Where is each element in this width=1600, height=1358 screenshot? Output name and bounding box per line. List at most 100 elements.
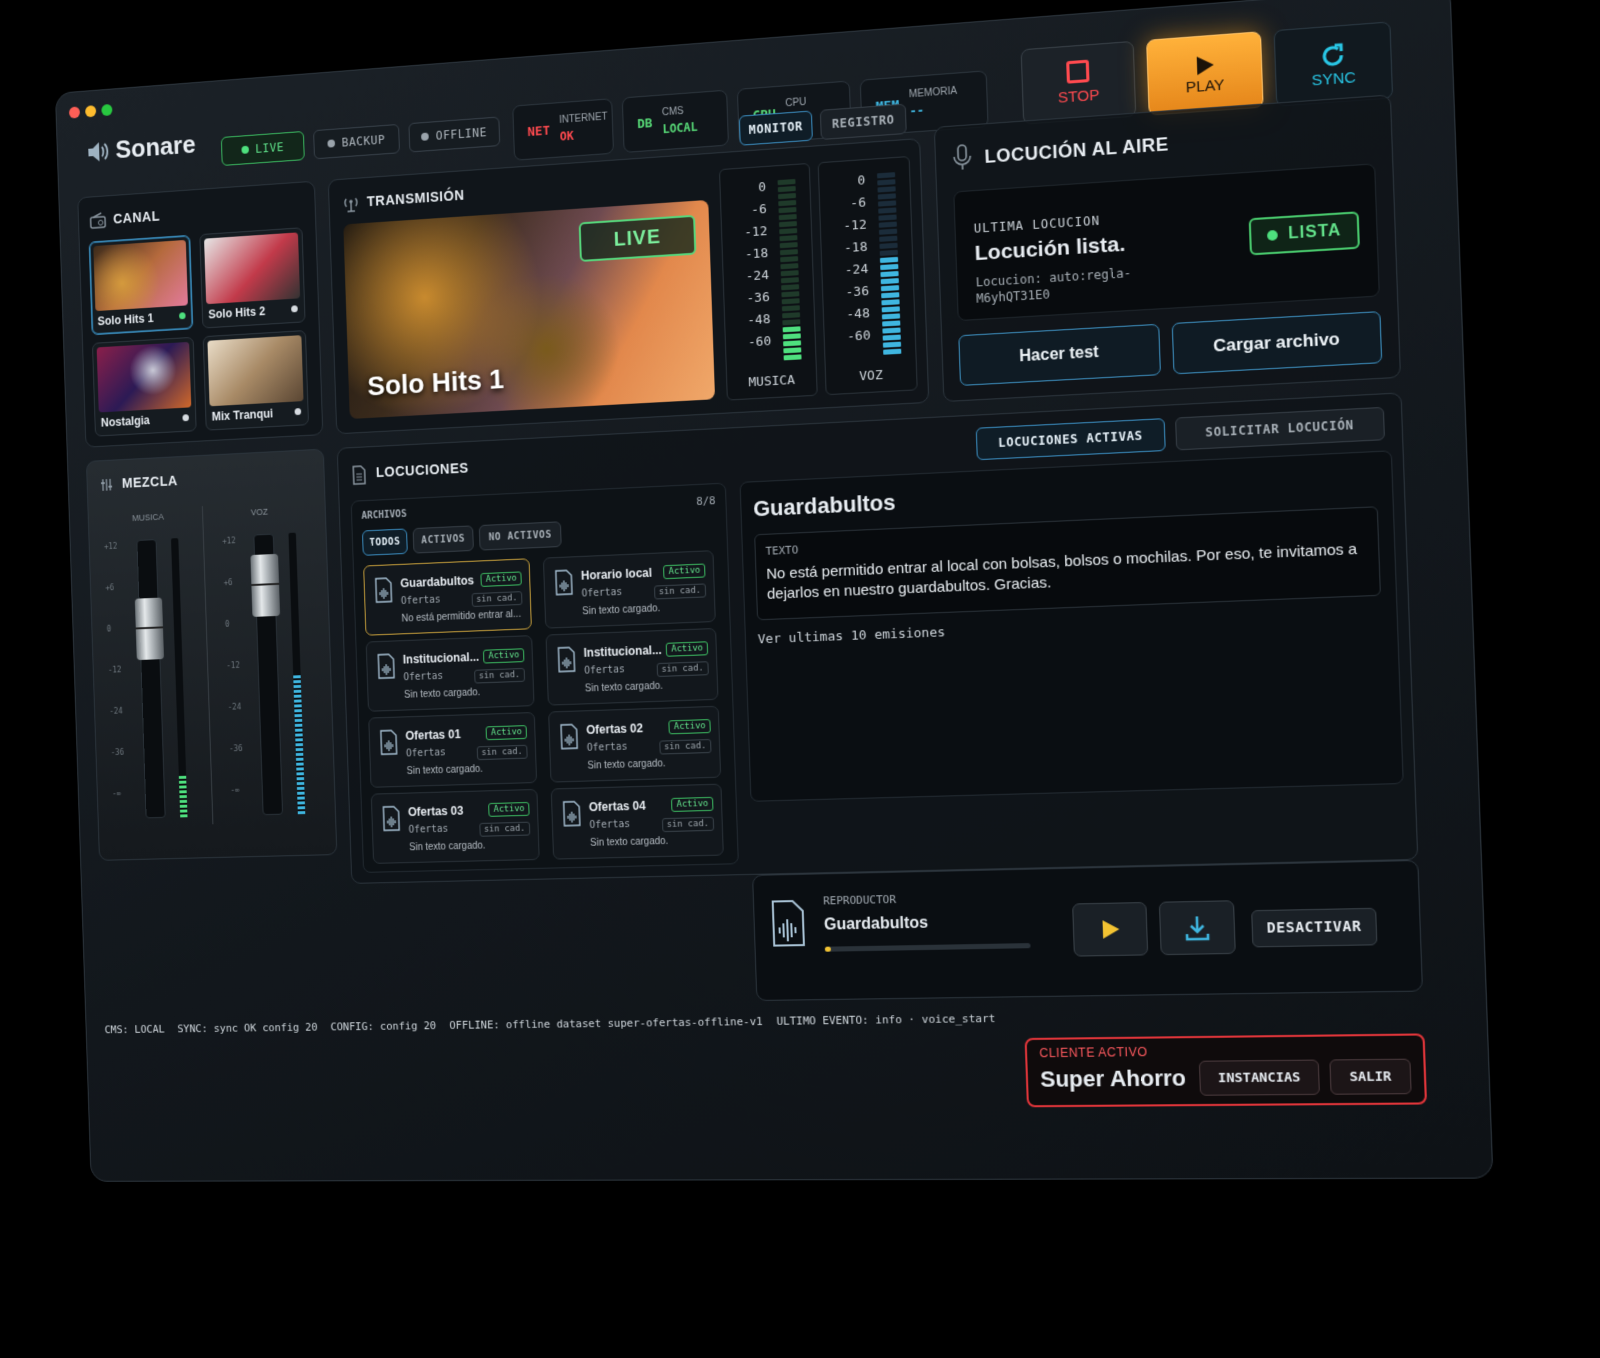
- last-locucion-label: ULTIMA LOCUCION: [973, 213, 1101, 236]
- desactivar-button[interactable]: DESACTIVAR: [1251, 907, 1378, 948]
- vu-meter-voz: [288, 532, 306, 815]
- meter-segment: [780, 263, 799, 270]
- tab-locuciones-activas[interactable]: LOCUCIONES ACTIVAS: [975, 418, 1166, 461]
- filter-no-activos[interactable]: NO ACTIVOS: [478, 521, 562, 551]
- filter-todos[interactable]: TODOS: [361, 528, 408, 556]
- file-title: Horario local: [580, 565, 653, 583]
- salir-button[interactable]: SALIR: [1329, 1058, 1412, 1095]
- file-status-badge: Activo: [480, 571, 522, 587]
- close-dot[interactable]: [68, 106, 81, 119]
- channel-name: Nostalgia: [100, 413, 151, 430]
- mode-offline-button[interactable]: OFFLINE: [408, 116, 501, 153]
- window-controls: [68, 103, 118, 124]
- reproductor-track: Guardabultos: [823, 914, 929, 934]
- status-db: DB CMS LOCAL: [621, 89, 729, 153]
- stop-button[interactable]: STOP: [1020, 40, 1137, 125]
- file-card[interactable]: Ofertas 04 Activo Ofertas sin cad. Sin texto…: [550, 783, 724, 860]
- meter-segment: [779, 249, 798, 256]
- meter-scale-label: -48: [846, 306, 871, 323]
- fader-knob[interactable]: [134, 597, 165, 661]
- file-status-badge: Activo: [666, 641, 709, 657]
- meter-segment: [777, 185, 796, 193]
- channel-card[interactable]: Solo Hits 1: [88, 234, 194, 336]
- channel-thumbnail: [96, 341, 192, 413]
- file-status-badge: Activo: [488, 801, 530, 817]
- file-card[interactable]: Ofertas 03 Activo Ofertas sin cad. Sin texto…: [370, 788, 540, 864]
- meter-scale-label: -24: [745, 267, 770, 285]
- play-button[interactable]: PLAY: [1146, 31, 1264, 116]
- fader-knob[interactable]: [250, 553, 281, 617]
- file-expiry: sin cad.: [656, 661, 709, 678]
- speaker-icon: [88, 137, 110, 166]
- status-bar: CMS: LOCAL SYNC: sync OK config 20 CONFI…: [104, 1012, 1005, 1036]
- mode-live-button[interactable]: LIVE: [220, 130, 305, 166]
- scale-label: -12: [226, 661, 240, 671]
- reproductor: REPRODUCTOR Guardabultos DESACTIVAR: [752, 859, 1424, 1002]
- mode-backup-button[interactable]: BACKUP: [313, 123, 400, 160]
- progress-bar[interactable]: [824, 943, 1031, 952]
- download-button[interactable]: [1158, 900, 1236, 956]
- mezcla-title: MEZCLA: [121, 472, 178, 491]
- file-card[interactable]: Institucional... Activo Ofertas sin cad. Sin…: [545, 627, 719, 706]
- status-badge: LISTA: [1248, 211, 1360, 256]
- hacer-test-button[interactable]: Hacer test: [958, 323, 1162, 386]
- file-text: Sin texto cargado.: [584, 680, 664, 695]
- file-card[interactable]: Ofertas 01 Activo Ofertas sin cad. Sin texto…: [368, 711, 538, 788]
- scale-label: -36: [229, 744, 243, 754]
- vu-fill: [178, 775, 188, 818]
- minimize-dot[interactable]: [85, 105, 97, 118]
- sync-button[interactable]: SYNC: [1273, 21, 1394, 107]
- meter-segment: [882, 334, 901, 341]
- file-card[interactable]: Guardabultos Activo Ofertas sin cad. No está…: [363, 558, 532, 636]
- channel-card[interactable]: Solo Hits 2: [199, 227, 306, 329]
- file-card[interactable]: Ofertas 02 Activo Ofertas sin cad. Sin texto…: [548, 705, 722, 783]
- meter-segment: [781, 298, 800, 305]
- cargar-archivo-button[interactable]: Cargar archivo: [1171, 311, 1383, 375]
- channel-card[interactable]: Mix Tranqui: [202, 330, 309, 431]
- audio-file-icon: [376, 653, 396, 679]
- channel-thumbnail: [207, 335, 304, 407]
- file-card[interactable]: Institucional... Activo Ofertas sin cad. Sin…: [365, 635, 535, 712]
- file-expiry: sin cad.: [476, 744, 528, 761]
- file-card[interactable]: Horario local Activo Ofertas sin cad. Sin te…: [542, 550, 716, 629]
- meter-scale-label: -36: [746, 290, 770, 307]
- file-title: Ofertas 03: [407, 803, 464, 820]
- maximize-dot[interactable]: [101, 103, 113, 117]
- microphone-icon: [952, 144, 973, 172]
- radio-icon: [89, 212, 106, 230]
- meter-segment: [880, 263, 899, 271]
- mezcla-panel: MEZCLA MUSICA VOZ +12 +6 0 -12 -24 -36 -∞ +12 +…: [85, 448, 338, 861]
- scale-label: -24: [227, 702, 242, 712]
- fader-voz[interactable]: [250, 533, 284, 816]
- meter-segment: [778, 192, 797, 200]
- channel-thumbnail: [93, 239, 188, 312]
- meter-segment: [778, 214, 797, 221]
- archivos-count: 8/8: [695, 494, 716, 508]
- app-name: Sonare: [114, 129, 197, 165]
- filter-activos[interactable]: ACTIVOS: [412, 525, 474, 554]
- player-play-button[interactable]: [1072, 901, 1149, 957]
- detail-title: Guardabultos: [752, 489, 896, 522]
- instancias-button[interactable]: INSTANCIAS: [1198, 1059, 1320, 1096]
- client-box: CLIENTE ACTIVO Super Ahorro INSTANCIAS S…: [1024, 1033, 1428, 1108]
- file-text: Sin texto cargado.: [589, 835, 669, 849]
- tab-monitor[interactable]: MONITOR: [738, 110, 813, 146]
- scale-label: +6: [105, 583, 115, 593]
- texto-body: No está permitido entrar al local con bo…: [766, 540, 1358, 603]
- status-net: NET INTERNET OK: [512, 98, 614, 161]
- video-preview: LIVE Solo Hits 1: [343, 199, 716, 419]
- tab-registro[interactable]: REGISTRO: [819, 103, 907, 140]
- fader-musica[interactable]: [134, 539, 166, 819]
- meter-segment: [782, 312, 801, 319]
- canal-title: CANAL: [112, 207, 161, 227]
- file-category: Ofertas: [584, 664, 626, 677]
- meter-segment: [783, 354, 802, 361]
- file-title: Ofertas 02: [586, 721, 644, 737]
- audio-file-icon: [379, 729, 399, 755]
- meter-scale-label: -36: [845, 283, 870, 301]
- history-link[interactable]: Ver ultimas 10 emisiones: [758, 625, 946, 647]
- channel-card[interactable]: Nostalgia: [91, 336, 197, 437]
- tab-solicitar-locucion[interactable]: SOLICITAR LOCUCIÓN: [1175, 406, 1386, 451]
- meter-segment: [781, 284, 800, 291]
- file-status-badge: Activo: [486, 725, 528, 741]
